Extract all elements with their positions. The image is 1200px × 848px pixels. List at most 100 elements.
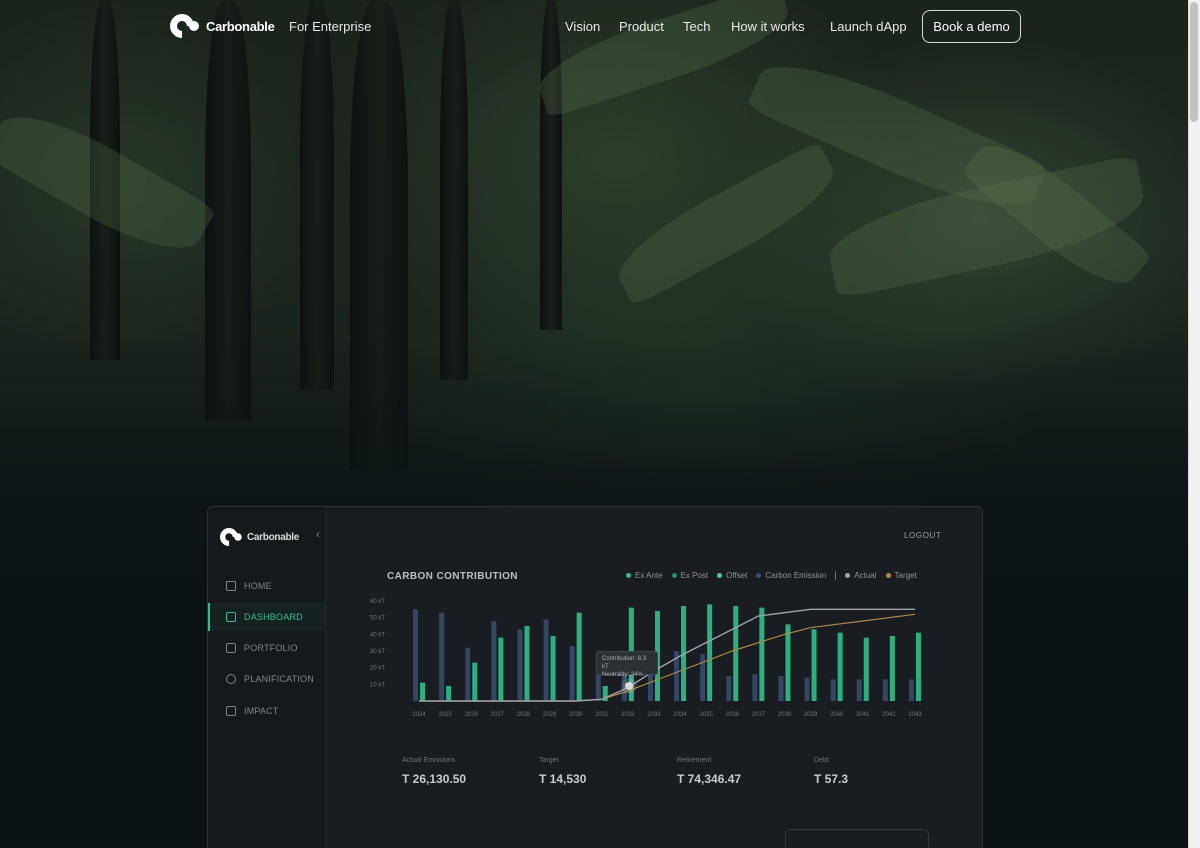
stat-target: Target T 14,530 [539, 757, 586, 786]
offset-bar [889, 636, 895, 701]
legend-ex-ante[interactable]: Ex Ante [626, 571, 663, 580]
nav-link-how-it-works[interactable]: How it works [731, 19, 805, 34]
carbonable-logo-icon [216, 524, 242, 550]
legend-carbon-emission[interactable]: Carbon Emission [756, 571, 826, 580]
stat-debt: Debt T 57.3 [814, 757, 848, 786]
bottom-card[interactable] [785, 829, 929, 848]
sidebar-item-label: DASHBOARD [244, 612, 303, 622]
emission-bar [882, 679, 888, 701]
x-tick-label: 2034 [673, 712, 687, 718]
sidebar-item-label: PORTFOLIO [244, 643, 298, 653]
x-tick-label: 2026 [465, 712, 479, 718]
dashboard-icon [226, 612, 236, 622]
x-tick-label: 2043 [908, 712, 922, 718]
offset-bar [524, 626, 530, 701]
offset-bar [420, 682, 426, 701]
nav-link-product[interactable]: Product [619, 19, 664, 34]
stat-label: Target [539, 757, 559, 764]
x-tick-label: 2037 [752, 712, 766, 718]
dashboard-brand[interactable]: Carbonable [216, 524, 300, 550]
x-tick-label: 2027 [491, 712, 505, 718]
emission-bar [726, 676, 732, 701]
offset-bar [576, 612, 582, 701]
legend-divider [835, 571, 837, 580]
emission-bar [569, 646, 575, 701]
page-scrollbar[interactable] [1188, 0, 1200, 848]
nav-link-vision[interactable]: Vision [565, 19, 600, 34]
x-tick-label: 2042 [882, 712, 896, 718]
panel-title: CARBON CONTRIBUTION [387, 571, 518, 582]
stat-label: Retirement [677, 757, 712, 764]
y-tick-label: 30 kT [370, 649, 385, 655]
dashboard-preview: Carbonable ‹ HOME DASHBOARD PORTFOLIO PL… [207, 506, 983, 848]
x-tick-label: 2039 [804, 712, 818, 718]
brand-name: Carbonable [206, 18, 275, 34]
stat-value: T 14,530 [539, 772, 587, 786]
emission-bar [778, 676, 784, 701]
offset-bar [915, 632, 921, 701]
emission-bar [830, 679, 836, 701]
offset-bar [785, 624, 791, 701]
offset-bar [446, 686, 452, 701]
y-tick-label: 60 kT [370, 599, 385, 605]
stat-value: T 74,346.47 [677, 772, 742, 786]
x-tick-label: 2033 [647, 712, 661, 718]
emission-bar [413, 609, 419, 701]
nav-link-enterprise[interactable]: For Enterprise [289, 19, 371, 34]
nav-link-tech[interactable]: Tech [683, 19, 710, 34]
sidebar-item-label: PLANIFICATION [244, 674, 314, 684]
offset-bar [811, 629, 817, 701]
offset-bar [759, 607, 765, 701]
offset-bar [733, 606, 739, 701]
emission-bar [465, 647, 471, 701]
emission-bar [517, 629, 523, 701]
stat-label: Debt [814, 757, 829, 764]
emission-bar [856, 679, 862, 701]
chart-hover-point[interactable] [625, 682, 633, 690]
sidebar-item-portfolio[interactable]: PORTFOLIO [208, 634, 326, 662]
chart-tooltip: Contribution: 8.3 kT Neutrality: 34% [596, 651, 658, 678]
sidebar-item-impact[interactable]: IMPACT [208, 697, 326, 725]
stat-value: T 57.3 [814, 772, 849, 786]
stat-value: T 26,130.50 [402, 772, 467, 786]
stat-label: Actual Emissions [402, 757, 456, 764]
offset-bar [707, 604, 713, 701]
sidebar-item-planification[interactable]: PLANIFICATION [208, 665, 326, 693]
sidebar-item-label: HOME [244, 581, 272, 591]
legend-offset[interactable]: Offset [717, 571, 747, 580]
x-tick-label: 2035 [699, 712, 713, 718]
scrollbar-thumb[interactable] [1190, 2, 1198, 122]
y-tick-label: 40 kT [370, 632, 385, 638]
x-tick-label: 2036 [726, 712, 740, 718]
impact-icon [226, 706, 236, 716]
chevron-left-icon[interactable]: ‹ [316, 529, 320, 541]
compass-icon [226, 674, 236, 684]
tooltip-contribution: Contribution: 8.3 kT [602, 656, 647, 670]
dashboard-sidebar: Carbonable ‹ HOME DASHBOARD PORTFOLIO PL… [208, 507, 326, 848]
top-navigation: Carbonable For Enterprise Vision Product… [0, 0, 1188, 52]
x-tick-label: 2024 [412, 712, 426, 718]
book-demo-button[interactable]: Book a demo [922, 10, 1021, 43]
x-tick-label: 2038 [778, 712, 792, 718]
tooltip-neutrality: Neutrality: 34% [602, 672, 643, 678]
legend-actual[interactable]: Actual [845, 571, 877, 580]
x-tick-label: 2040 [830, 712, 844, 718]
x-tick-label: 2029 [543, 712, 557, 718]
offset-bar [550, 636, 556, 701]
legend-target[interactable]: Target [885, 571, 917, 580]
legend-ex-post[interactable]: Ex Post [671, 571, 708, 580]
emission-bar [439, 612, 445, 701]
dashboard-brand-name: Carbonable [247, 531, 300, 543]
emission-bar [752, 674, 758, 701]
home-icon [226, 581, 236, 591]
y-tick-label: 20 kT [370, 666, 385, 672]
brand-logo[interactable]: Carbonable [165, 9, 275, 43]
sidebar-item-home[interactable]: HOME [208, 572, 326, 600]
x-tick-label: 2030 [569, 712, 583, 718]
y-tick-label: 10 kT [370, 682, 385, 688]
x-tick-label: 2032 [621, 712, 635, 718]
chart-legend: Ex Ante Ex Post Offset Carbon Emission A… [626, 571, 917, 580]
nav-link-launch-dapp[interactable]: Launch dApp [830, 19, 907, 34]
logout-link[interactable]: LOGOUT [904, 531, 941, 540]
sidebar-item-dashboard[interactable]: DASHBOARD [208, 603, 326, 631]
